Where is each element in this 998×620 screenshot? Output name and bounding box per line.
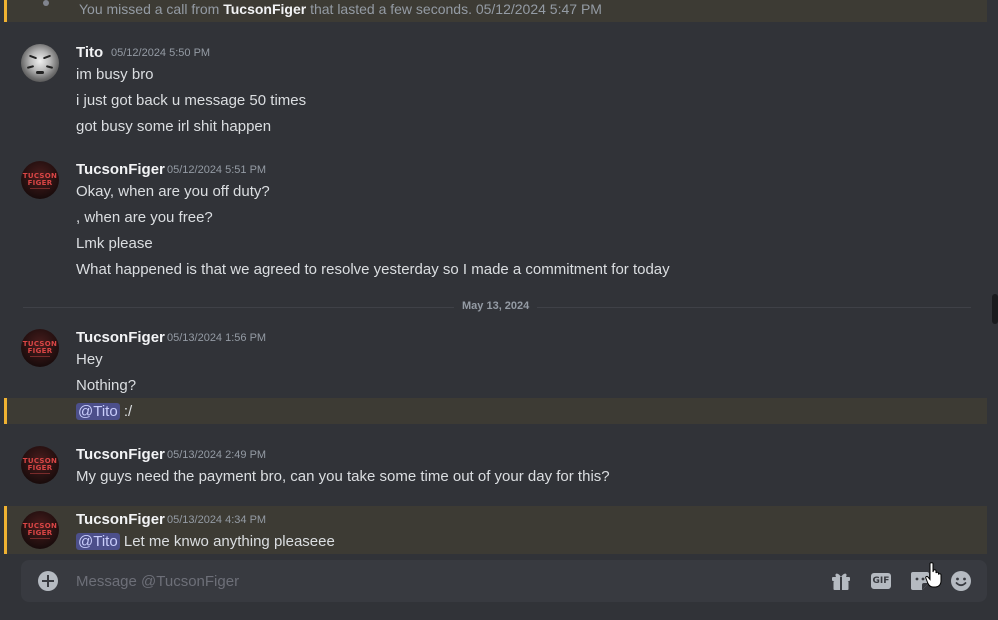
message-text: Okay, when are you off duty? <box>76 183 270 200</box>
avatar-tucsonfiger[interactable]: TUCSON FIGER <box>21 511 59 549</box>
message-text: , when are you free? <box>76 209 213 226</box>
plus-circle-icon[interactable] <box>38 571 58 591</box>
user-mention[interactable]: @Tito <box>76 533 120 550</box>
username[interactable]: TucsonFiger <box>76 161 165 178</box>
caller-name: TucsonFiger <box>223 1 307 17</box>
message-text: i just got back u message 50 times <box>76 92 307 109</box>
username[interactable]: Tito <box>76 44 103 61</box>
username[interactable]: TucsonFiger <box>76 511 165 528</box>
message-text: @Tito Let me knwo anything pleaseee <box>76 533 335 550</box>
message-input[interactable] <box>76 560 776 602</box>
message-text: What happened is that we agreed to resol… <box>76 261 670 278</box>
timestamp: 05/13/2024 1:56 PM <box>167 332 267 344</box>
gif-icon[interactable]: GIF <box>870 570 892 592</box>
timestamp: 05/12/2024 5:51 PM <box>167 164 267 176</box>
missed-call-text: You missed a call from TucsonFiger that … <box>79 1 602 17</box>
message-composer: GIF <box>21 560 987 602</box>
avatar-tucsonfiger[interactable]: TUCSON FIGER <box>21 446 59 484</box>
user-mention[interactable]: @Tito <box>76 403 120 420</box>
gift-icon[interactable] <box>830 570 852 592</box>
message-text: My guys need the payment bro, can you ta… <box>76 468 610 485</box>
scrollbar-thumb[interactable] <box>992 294 998 324</box>
message-text: got busy some irl shit happen <box>76 118 272 135</box>
message-text: Nothing? <box>76 377 137 394</box>
username[interactable]: TucsonFiger <box>76 329 165 346</box>
missed-call-notice: You missed a call from TucsonFiger that … <box>4 0 987 22</box>
avatar-tito[interactable] <box>21 44 59 82</box>
avatar-tucsonfiger[interactable]: TUCSON FIGER <box>21 161 59 199</box>
username[interactable]: TucsonFiger <box>76 446 165 463</box>
message-text: Lmk please <box>76 235 153 252</box>
message-text: im busy bro <box>76 66 154 83</box>
emoji-icon[interactable] <box>950 570 972 592</box>
timestamp: 05/13/2024 4:34 PM <box>167 514 267 526</box>
mention-highlight <box>4 398 987 424</box>
avatar-tucsonfiger[interactable]: TUCSON FIGER <box>21 329 59 367</box>
phone-icon <box>43 0 49 6</box>
message-text: Hey <box>76 351 103 368</box>
date-divider-label: May 13, 2024 <box>454 300 538 312</box>
timestamp: 05/13/2024 2:49 PM <box>167 449 267 461</box>
timestamp: 05/12/2024 5:50 PM <box>111 47 211 59</box>
sticker-icon[interactable] <box>909 570 931 592</box>
message-list: You missed a call from TucsonFiger that … <box>0 0 998 556</box>
gif-label: GIF <box>871 573 891 589</box>
message-text: @Tito :/ <box>76 403 133 420</box>
